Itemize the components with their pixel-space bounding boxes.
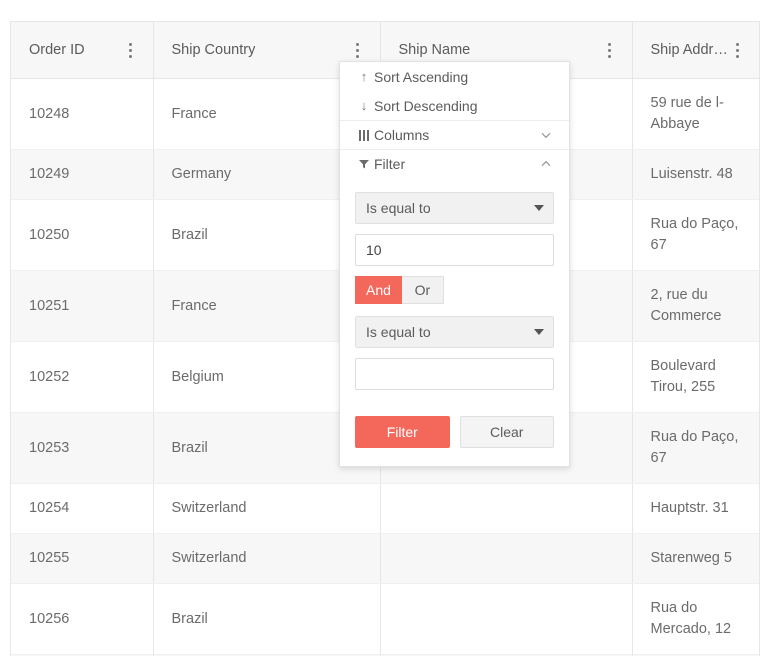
cell-ship-name <box>380 533 633 585</box>
filter-value-input-2[interactable] <box>355 358 554 390</box>
cell-ship-address: 59 rue de l-Abbaye <box>632 78 759 151</box>
menu-item-columns[interactable]: Columns <box>340 120 569 149</box>
cell-order-id: 10248 <box>11 78 154 151</box>
filter-operator-dropdown-2[interactable]: Is equal to <box>355 316 554 348</box>
filter-operator-dropdown-1[interactable]: Is equal to <box>355 192 554 224</box>
menu-item-label: Sort Descending <box>374 97 478 114</box>
cell-ship-address: Luisenstr. 48 <box>632 149 759 201</box>
cell-ship-country: Switzerland <box>153 533 381 585</box>
chevron-up-icon <box>537 158 555 170</box>
column-header-label: Ship Country <box>171 42 256 58</box>
dropdown-caret-icon <box>534 329 544 335</box>
column-header-order-id[interactable]: Order ID <box>11 22 154 79</box>
columns-icon <box>354 129 374 141</box>
kebab-menu-icon[interactable] <box>729 39 745 61</box>
filter-logic-or-button[interactable]: Or <box>401 276 444 304</box>
filter-value-input-1[interactable] <box>355 234 554 266</box>
dropdown-caret-icon <box>534 205 544 211</box>
menu-item-label: Columns <box>374 127 430 143</box>
menu-item-label: Sort Ascending <box>374 68 469 85</box>
column-header-label: Order ID <box>29 42 85 58</box>
cell-order-id: 10249 <box>11 149 154 201</box>
filter-operator-value-1: Is equal to <box>366 200 431 216</box>
menu-item-label: Filter <box>374 156 406 172</box>
cell-ship-address: 2, rue du Commerce <box>632 270 759 343</box>
menu-item-filter[interactable]: Filter <box>340 149 569 178</box>
column-header-ship-address[interactable]: Ship Address <box>632 22 759 79</box>
menu-item-sort-descending[interactable]: ↓ Sort Descending <box>340 91 569 120</box>
column-header-label: Ship Name <box>398 42 471 58</box>
cell-ship-address: Boulevard Tirou, 255 <box>632 341 759 414</box>
funnel-icon <box>354 158 374 170</box>
kebab-menu-icon[interactable] <box>350 39 366 61</box>
filter-clear-button[interactable]: Clear <box>459 416 554 448</box>
cell-order-id: 10252 <box>11 341 154 414</box>
table-row[interactable]: 10256 Brazil Rua do Mercado, 12 <box>11 583 759 656</box>
cell-order-id: 10255 <box>11 533 154 585</box>
cell-ship-address: Starenweg 5 <box>632 533 759 585</box>
column-header-label: Ship Address <box>650 42 730 58</box>
arrow-up-icon: ↑ <box>360 69 368 84</box>
table-row[interactable]: 10254 Switzerland Hauptstr. 31 <box>11 483 759 535</box>
chevron-down-icon <box>537 129 555 141</box>
table-row[interactable]: 10255 Switzerland Starenweg 5 <box>11 533 759 585</box>
menu-item-sort-ascending[interactable]: ↑ Sort Ascending <box>340 62 569 91</box>
filter-apply-button[interactable]: Filter <box>355 416 450 448</box>
cell-ship-address: Hauptstr. 31 <box>632 483 759 535</box>
cell-order-id: 10250 <box>11 199 154 272</box>
cell-ship-name <box>380 583 633 656</box>
filter-logic-toggle: And Or <box>355 276 554 304</box>
arrow-down-icon: ↓ <box>360 98 368 113</box>
column-menu-popup: ↑ Sort Ascending ↓ Sort Descending Colum… <box>339 61 570 467</box>
cell-order-id: 10254 <box>11 483 154 535</box>
kebab-menu-icon[interactable] <box>602 39 618 61</box>
filter-logic-and-button[interactable]: And <box>355 276 402 304</box>
cell-ship-name <box>380 483 633 535</box>
cell-ship-address: Rua do Paço, 67 <box>632 412 759 485</box>
cell-order-id: 10253 <box>11 412 154 485</box>
filter-actions: Filter Clear <box>355 416 554 448</box>
cell-ship-country: Switzerland <box>153 483 381 535</box>
grid-page: Order ID Ship Country Ship Name Ship Add… <box>0 0 770 656</box>
cell-ship-address: Rua do Paço, 67 <box>632 199 759 272</box>
cell-ship-address: Rua do Mercado, 12 <box>632 583 759 656</box>
cell-order-id: 10251 <box>11 270 154 343</box>
filter-form: Is equal to And Or Is equal to Filter Cl… <box>340 178 569 466</box>
cell-ship-country: Brazil <box>153 583 381 656</box>
filter-operator-value-2: Is equal to <box>366 324 431 340</box>
cell-order-id: 10256 <box>11 583 154 656</box>
kebab-menu-icon[interactable] <box>123 39 139 61</box>
